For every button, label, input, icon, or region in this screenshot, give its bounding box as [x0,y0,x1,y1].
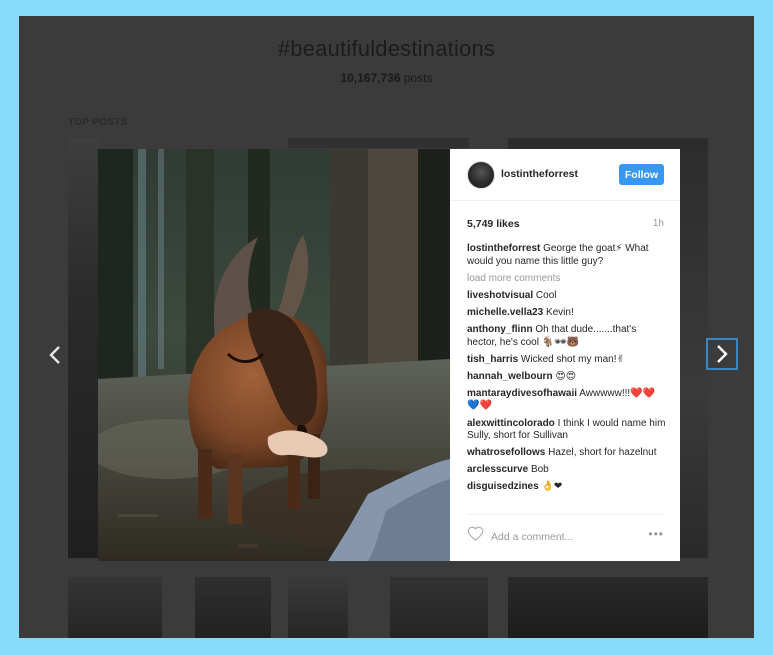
comment-text: Bob [528,464,549,476]
comment-item: hannah_welbourn 😍😍 [467,371,667,384]
comment-text: 😍😍 [552,370,577,382]
avatar[interactable] [467,161,495,189]
follow-button[interactable]: Follow [619,164,664,185]
comment-item: whatrosefollows Hazel, short for hazelnu… [467,447,667,460]
comment-item: mantaraydivesofhawaii Awwwww!!!❤️❤️💙❤️ [467,388,667,413]
comment-text: Hazel, short for hazelnut [545,447,657,459]
comment-text: Kevin! [543,306,574,318]
comment-item: alexwittincolorado I think I would name … [467,418,667,443]
hashtag-title: #beautifuldestinations [277,36,496,61]
comment-username[interactable]: anthony_flinn [467,324,533,335]
caption: lostintheforrest George the goat⚡ What w… [467,243,667,268]
comment-username[interactable]: disguisedzines [467,481,539,492]
comment-text: 👌❤ [538,481,563,493]
post-count: 10,167,736 posts [19,71,754,85]
post-details-panel: lostintheforrest Follow 5,749 likes 1h l… [450,149,680,561]
post-count-number: 10,167,736 [340,71,401,85]
comment-item: anthony_flinn Oh that dude.......that's … [467,324,667,349]
next-post-button[interactable] [706,338,738,370]
comment-username[interactable]: liveshotvisual [467,290,533,301]
thumbnail-row2-3[interactable] [288,577,348,638]
chevron-left-icon [49,346,60,364]
post-count-label: posts [400,71,433,85]
like-button[interactable] [467,526,484,546]
post-photo[interactable] [98,149,450,561]
comment-item: arclesscurve Bob [467,464,667,477]
comment-bar: Add a comment... ••• [467,514,664,561]
comment-text: Cool [533,289,557,301]
comment-username[interactable]: michelle.vella23 [467,307,543,318]
goat-forest-image [98,149,450,561]
comments-list: lostintheforrest George the goat⚡ What w… [467,243,667,509]
comment-username[interactable]: mantaraydivesofhawaii [467,388,577,399]
comment-item: michelle.vella23 Kevin! [467,307,667,320]
thumbnail-row2-5[interactable] [508,577,708,638]
section-label-top-posts: TOP POSTS [68,117,128,128]
thumbnail-top-middle[interactable] [288,138,469,148]
chevron-right-icon [717,345,728,363]
caption-username[interactable]: lostintheforrest [467,243,540,254]
comment-item: tish_harris Wicked shot my man!✌ [467,354,667,367]
comment-username[interactable]: arclesscurve [467,464,528,475]
more-options-icon[interactable]: ••• [648,527,664,541]
comment-username[interactable]: alexwittincolorado [467,418,555,429]
load-more-comments-link[interactable]: load more comments [467,273,667,286]
post-modal: lostintheforrest Follow 5,749 likes 1h l… [98,149,680,561]
comment-text: Wicked shot my man!✌ [518,353,625,365]
add-comment-input[interactable]: Add a comment... [491,531,573,543]
likes-count[interactable]: 5,749 likes [467,218,520,230]
comment-item: disguisedzines 👌❤ [467,481,667,494]
post-header: lostintheforrest Follow [450,149,680,201]
page-backdrop: #beautifuldestinations 10,167,736 posts … [19,16,754,638]
comment-username[interactable]: tish_harris [467,354,518,365]
post-time: 1h [652,218,664,229]
thumbnail-row2-1[interactable] [68,577,162,638]
thumbnail-row2-2[interactable] [195,577,271,638]
thumbnail-top-left[interactable] [68,138,98,558]
post-author-username[interactable]: lostintheforrest [501,168,578,180]
comment-username[interactable]: whatrosefollows [467,447,545,458]
thumbnail-row2-4[interactable] [390,577,488,638]
comment-username[interactable]: hannah_welbourn [467,371,553,382]
comment-item: liveshotvisual Cool [467,290,667,303]
previous-post-button[interactable] [39,339,71,371]
heart-outline-icon [467,526,484,542]
